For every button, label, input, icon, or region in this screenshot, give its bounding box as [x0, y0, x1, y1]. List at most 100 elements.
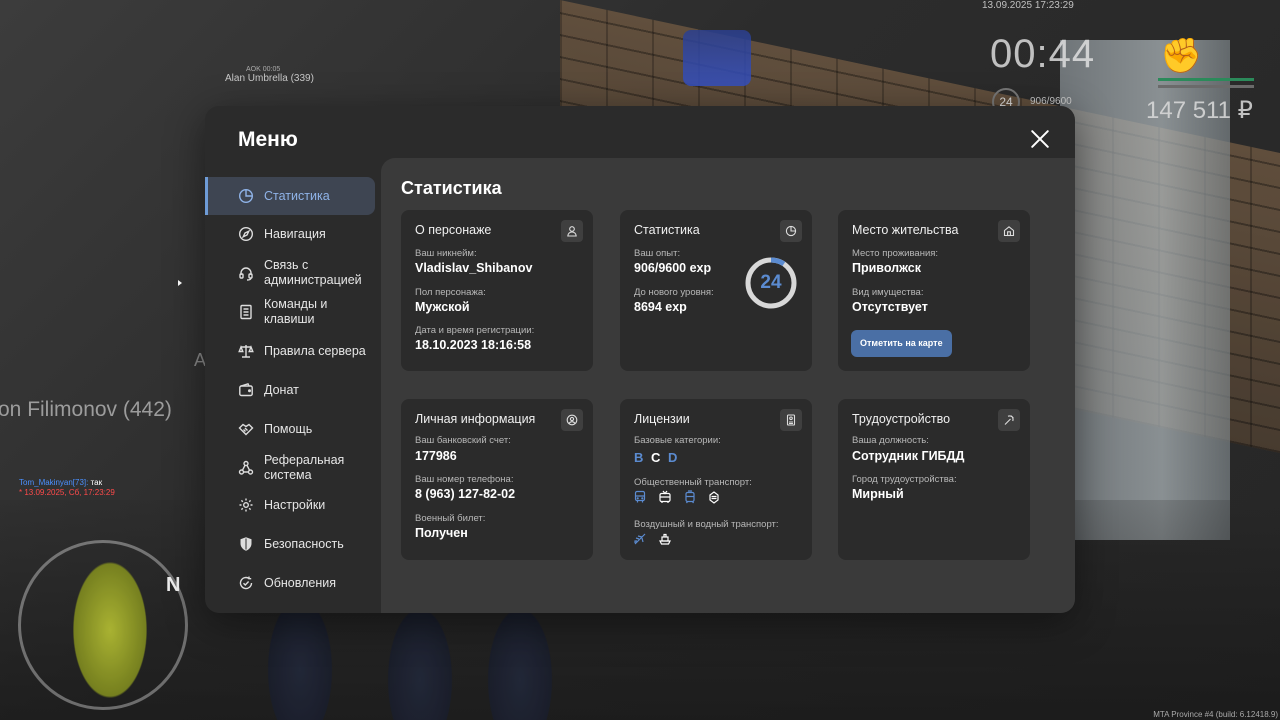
employment-city-value: Мирный: [852, 487, 904, 501]
pickaxe-icon: [998, 409, 1020, 431]
gender-label: Пол персонажа:: [415, 287, 486, 298]
page-title: Статистика: [401, 178, 502, 198]
license-category-d: D: [668, 450, 678, 465]
user-icon: [561, 220, 583, 242]
health-bar: [1158, 78, 1254, 81]
mark-on-map-button[interactable]: Отметить на карте: [851, 330, 952, 357]
employment-city-label: Город трудоустройства:: [852, 474, 957, 485]
sidebar-item-updates[interactable]: Обновления: [205, 564, 375, 602]
card-title: Статистика: [634, 223, 700, 237]
gear-icon: [238, 497, 254, 513]
exp-value: 906/9600 exp: [634, 261, 712, 275]
bus-icon: [632, 489, 648, 505]
sidebar-item-statistics[interactable]: Статистика: [205, 177, 375, 215]
next-level-label: До нового уровня:: [634, 287, 714, 298]
property-label: Вид имущества:: [852, 287, 924, 298]
card-character: О персонаже Ваш никнейм: Vladislav_Shiba…: [401, 210, 593, 371]
next-level-value: 8694 exp: [634, 300, 687, 314]
sidebar-item-label: Связь с администрацией: [264, 258, 362, 287]
mouse-cursor: [178, 280, 182, 286]
base-categories-label: Базовые категории:: [634, 435, 721, 446]
sidebar-item-label: Обновления: [264, 575, 336, 590]
card-title: Место жительства: [852, 223, 959, 237]
gender-value: Мужской: [415, 300, 470, 314]
sidebar-item-navigation[interactable]: Навигация: [205, 215, 375, 253]
hud-health-bars: [1158, 78, 1254, 92]
trolleybus-icon: [657, 489, 673, 505]
license-category-b: B: [634, 450, 644, 465]
minimap-ring: [18, 540, 188, 710]
pie-chart-icon: [238, 188, 254, 204]
sidebar-item-security[interactable]: Безопасность: [205, 525, 375, 563]
id-card-icon: [780, 409, 802, 431]
phone-value: 8 (963) 127-82-02: [415, 487, 516, 501]
hud-datetime: 13.09.2025 17:23:29: [982, 0, 1074, 11]
position-value: Сотрудник ГИБДД: [852, 449, 965, 463]
exp-label: Ваш опыт:: [634, 248, 681, 259]
close-button[interactable]: [1027, 126, 1053, 152]
residence-value: Приволжск: [852, 261, 921, 275]
document-icon: [238, 304, 254, 320]
metro-icon: [706, 489, 722, 505]
bank-account-label: Ваш банковский счет:: [415, 435, 511, 446]
level-number: 24: [760, 272, 782, 293]
sidebar-item-donate[interactable]: Донат: [205, 371, 375, 409]
military-id-value: Получен: [415, 526, 468, 540]
nickname-value: Vladislav_Shibanov: [415, 261, 533, 275]
boat-icon: [657, 531, 673, 547]
menu-window: Меню Статистика Навигация Связь с админи…: [205, 106, 1075, 613]
user-circle-icon: [561, 409, 583, 431]
player-nametag-large: on Filimonov (442): [0, 398, 172, 421]
nickname-label: Ваш никнейм:: [415, 248, 477, 259]
player-nametag: Alan Umbrella (339): [225, 73, 314, 84]
card-title: Лицензии: [634, 412, 690, 426]
sidebar-item-label: Помощь: [264, 421, 313, 436]
chat-sender: Tom_Makinyan[73]:: [19, 478, 89, 487]
headset-icon: [238, 265, 254, 281]
hud-clock: 00:44: [990, 32, 1096, 76]
build-info: MTA Province #4 (build: 6.12418.9): [1153, 710, 1278, 719]
card-title: Личная информация: [415, 412, 536, 426]
card-statistics: Статистика Ваш опыт: 906/9600 exp До нов…: [620, 210, 812, 371]
registration-value: 18.10.2023 18:16:58: [415, 338, 532, 352]
sidebar-item-label: Навигация: [264, 226, 326, 241]
sidebar-item-referral[interactable]: Реферальная система: [205, 449, 375, 487]
sidebar-item-admin-contact[interactable]: Связь с администрацией: [205, 254, 375, 292]
scales-icon: [238, 343, 254, 359]
card-residence: Место жительства Место проживания: Приво…: [838, 210, 1030, 371]
residence-label: Место проживания:: [852, 248, 939, 259]
sidebar-item-label: Статистика: [264, 188, 330, 203]
card-title: Трудоустройство: [852, 412, 951, 426]
military-id-label: Военный билет:: [415, 513, 486, 524]
sidebar-item-help[interactable]: Помощь: [205, 410, 375, 448]
armor-bar: [1158, 85, 1254, 88]
property-value: Отсутствует: [852, 300, 928, 314]
license-category-c: C: [651, 450, 661, 465]
chat-timestamp: * 13.09.2025, Сб, 17:23:29: [19, 488, 115, 497]
sidebar-item-label: Настройки: [264, 497, 326, 512]
air-water-transport-label: Воздушный и водный транспорт:: [634, 519, 779, 530]
card-title: О персонаже: [415, 223, 492, 237]
menu-title: Меню: [238, 128, 298, 151]
compass-icon: [238, 226, 254, 242]
pie-chart-icon: [780, 220, 802, 242]
chat-message: Tom_Makinyan[73]: так * 13.09.2025, Сб, …: [19, 478, 115, 498]
sidebar-item-settings[interactable]: Настройки: [205, 486, 375, 524]
home-icon: [998, 220, 1020, 242]
bank-account-value: 177986: [415, 449, 457, 463]
compass-north-label: N: [166, 574, 181, 596]
sidebar-item-commands[interactable]: Команды и клавиши: [205, 293, 375, 331]
wallet-icon: [238, 382, 254, 398]
card-licenses: Лицензии Базовые категории: B C D Общест…: [620, 399, 812, 560]
refresh-check-icon: [238, 575, 254, 591]
tram-icon: [682, 489, 698, 505]
network-icon: [238, 460, 254, 476]
sidebar-item-rules[interactable]: Правила сервера: [205, 332, 375, 370]
sidebar-item-label: Правила сервера: [264, 343, 366, 358]
fist-icon: ✊: [1160, 37, 1203, 75]
registration-label: Дата и время регистрации:: [415, 325, 535, 336]
blue-barrel: [683, 30, 751, 86]
chat-text: так: [88, 478, 103, 487]
public-transport-label: Общественный транспорт:: [634, 477, 752, 488]
handshake-icon: [238, 421, 254, 437]
